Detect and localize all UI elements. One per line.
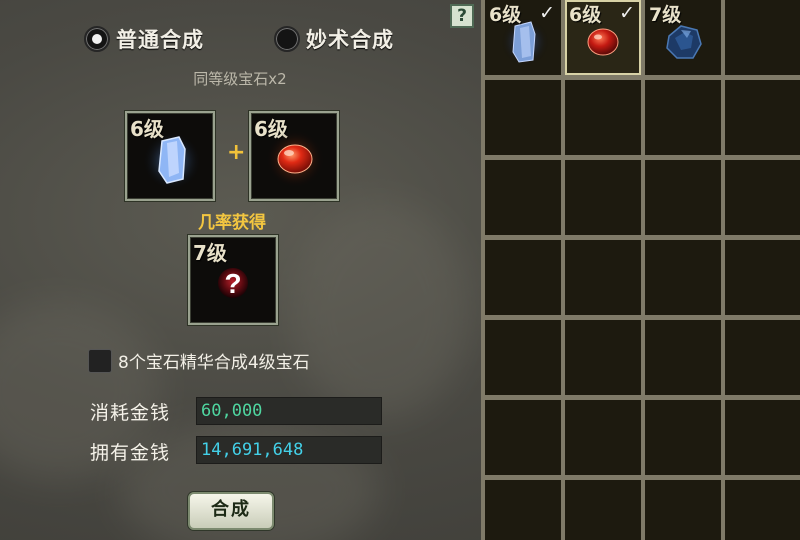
radio-unselected-icon: [274, 26, 300, 52]
inventory-slot-empty[interactable]: [485, 80, 561, 155]
mode-normal-label: 普通合成: [116, 28, 204, 52]
result-slot: 7级 ?: [188, 235, 278, 325]
cost-value: 60,000: [196, 397, 382, 425]
requirement-text: 同等级宝石x2: [193, 70, 287, 88]
inventory-slot-empty[interactable]: [725, 160, 800, 235]
inventory-slot-empty[interactable]: [645, 240, 721, 315]
inventory-slot-gem[interactable]: 6级 ✓: [565, 0, 641, 75]
help-button[interactable]: ?: [450, 4, 474, 28]
check-mark-icon: ✓: [619, 2, 635, 24]
svg-text:?: ?: [224, 268, 241, 299]
inventory-slot-level: 6级: [569, 4, 602, 26]
inventory-slot-empty[interactable]: [645, 400, 721, 475]
mode-normal-radio[interactable]: 普通合成: [84, 24, 204, 54]
blue-crystal-icon: [142, 131, 202, 191]
gem-inventory-grid: 6级 ✓ 6级 ✓ 7级: [481, 0, 800, 540]
mode-magic-radio[interactable]: 妙术合成: [274, 24, 394, 54]
inventory-slot-empty[interactable]: [725, 400, 800, 475]
plus-sign: +: [227, 140, 246, 165]
inventory-slot-empty[interactable]: [645, 80, 721, 155]
mode-magic-label: 妙术合成: [306, 28, 394, 52]
inventory-slot-empty[interactable]: [565, 160, 641, 235]
inventory-slot-empty[interactable]: [725, 80, 800, 155]
own-money-label: 拥有金钱: [90, 442, 171, 464]
inventory-slot-empty[interactable]: [645, 480, 721, 540]
inventory-slot-empty[interactable]: [725, 0, 800, 75]
inventory-slot-empty[interactable]: [485, 480, 561, 540]
inventory-slot-gem[interactable]: 7级: [645, 0, 721, 75]
inventory-slot-empty[interactable]: [565, 320, 641, 395]
inventory-slot-empty[interactable]: [565, 480, 641, 540]
essence-option-label: 8个宝石精华合成4级宝石: [118, 353, 310, 373]
gem-synthesis-window: 普通合成 妙术合成 同等级宝石x2 6级 + 6级 几率获得 7级 ? 8个宝石…: [0, 0, 800, 540]
inventory-slot-empty[interactable]: [485, 400, 561, 475]
cost-label: 消耗金钱: [90, 402, 171, 424]
inventory-slot-level: 6级: [489, 4, 522, 26]
red-gem-icon: [265, 129, 325, 189]
inventory-slot-empty[interactable]: [485, 160, 561, 235]
radio-selected-icon: [84, 26, 110, 52]
inventory-slot-empty[interactable]: [565, 80, 641, 155]
unknown-gem-icon: ?: [218, 268, 248, 299]
inventory-slot-gem[interactable]: 6级 ✓: [485, 0, 561, 75]
inventory-slot-empty[interactable]: [725, 480, 800, 540]
own-money-value: 14,691,648: [196, 436, 382, 464]
inventory-slot-empty[interactable]: [565, 240, 641, 315]
chance-label: 几率获得: [198, 213, 266, 233]
inventory-slot-empty[interactable]: [645, 320, 721, 395]
inventory-slot-empty[interactable]: [485, 320, 561, 395]
essence-checkbox[interactable]: [88, 348, 112, 373]
essence-option[interactable]: 8个宝石精华合成4级宝石: [88, 348, 310, 373]
inventory-slot-empty[interactable]: [645, 160, 721, 235]
inventory-slot-empty[interactable]: [725, 240, 800, 315]
inventory-slot-empty[interactable]: [565, 400, 641, 475]
check-mark-icon: ✓: [539, 2, 555, 24]
inventory-slot-level: 7级: [649, 4, 682, 26]
input-slot-1[interactable]: 6级: [125, 111, 215, 201]
inventory-slot-empty[interactable]: [725, 320, 800, 395]
inventory-slot-empty[interactable]: [485, 240, 561, 315]
input-slot-2[interactable]: 6级: [249, 111, 339, 201]
synthesize-button[interactable]: 合成: [188, 492, 274, 530]
